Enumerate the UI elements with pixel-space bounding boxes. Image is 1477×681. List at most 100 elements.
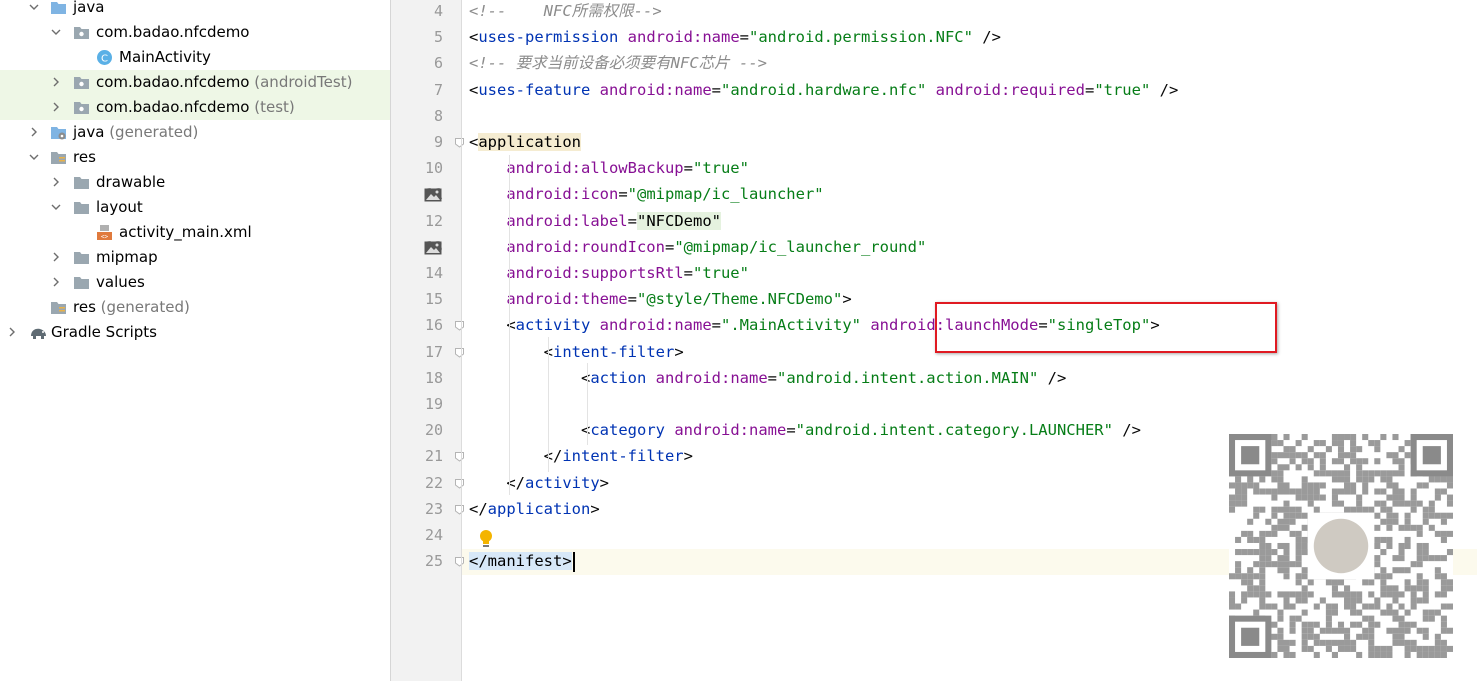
code-token: activity [525, 474, 600, 492]
code-line[interactable] [469, 103, 1469, 129]
code-token: required [1010, 81, 1085, 99]
code-token: android: [627, 28, 703, 46]
tree-item-label: activity_main.xml [119, 220, 252, 245]
chevron-right-icon[interactable] [50, 101, 62, 113]
code-token: > [683, 447, 693, 465]
code-line[interactable]: android:roundIcon="@mipmap/ic_launcher_r… [469, 234, 1469, 260]
tree-item[interactable]: com.badao.nfcdemo (test) [0, 95, 390, 120]
code-line[interactable]: android:allowBackup="true" [469, 155, 1469, 181]
chevron-down-icon[interactable] [50, 201, 62, 213]
code-token: <!-- 要求当前设备必须要有NFC芯片 --> [469, 54, 767, 72]
text-caret [572, 551, 575, 572]
lightbulb-icon[interactable] [478, 529, 494, 549]
tree-item-label: com.badao.nfcdemo [96, 20, 250, 45]
code-line[interactable]: <uses-feature android:name="android.hard… [469, 77, 1469, 103]
tree-item-label: layout [96, 195, 143, 220]
fold-marker-icon[interactable] [454, 320, 465, 331]
tree-item[interactable]: Gradle Scripts [0, 320, 390, 345]
code-line[interactable]: android:label="NFCDemo" [469, 208, 1469, 234]
line-number: 15 [424, 290, 443, 308]
tree-item[interactable]: <> activity_main.xml [0, 220, 390, 245]
tree-item-name: com.badao.nfcdemo [96, 98, 250, 116]
tree-item[interactable]: com.badao.nfcdemo [0, 20, 390, 45]
code-token: /> [1150, 81, 1179, 99]
code-line[interactable]: android:icon="@mipmap/ic_launcher" [469, 181, 1469, 207]
code-token: application [478, 133, 581, 151]
code-editor[interactable]: 45678910111213141516171819202122232425 <… [391, 0, 1477, 681]
chevron-right-icon[interactable] [50, 276, 62, 288]
chevron-right-icon[interactable] [6, 326, 18, 338]
tree-item[interactable]: values [0, 270, 390, 295]
tree-item[interactable]: C MainActivity [0, 45, 390, 70]
indent-guide [548, 337, 549, 472]
fold-marker-icon[interactable] [454, 504, 465, 515]
line-number: 22 [424, 474, 443, 492]
code-line[interactable]: <uses-permission android:name="android.p… [469, 24, 1469, 50]
folder-source-icon [50, 0, 67, 16]
chevron-right-icon[interactable] [50, 76, 62, 88]
code-token: name [674, 316, 712, 334]
image-preview-icon[interactable] [424, 240, 442, 255]
tree-item[interactable]: layout [0, 195, 390, 220]
fold-marker-icon[interactable] [454, 478, 465, 489]
chevron-down-icon[interactable] [50, 26, 62, 38]
tree-item-label: res (generated) [73, 295, 190, 320]
tree-item[interactable]: drawable [0, 170, 390, 195]
code-token: ".MainActivity" [721, 316, 861, 334]
fold-marker-icon[interactable] [454, 137, 465, 148]
code-token: <!-- NFC所需权限--> [469, 2, 662, 20]
package-icon [73, 24, 90, 41]
chevron-right-icon[interactable] [28, 126, 40, 138]
line-number: 18 [424, 369, 443, 387]
generated-folder-icon [50, 124, 67, 141]
code-token: intent-filter [562, 447, 684, 465]
layout-xml-icon: <> [96, 224, 113, 241]
code-line[interactable]: android:supportsRtl="true" [469, 260, 1469, 286]
code-token: > [562, 552, 572, 570]
image-preview-icon[interactable] [424, 187, 442, 202]
folder-icon [73, 174, 90, 191]
tree-item-name: values [96, 273, 145, 291]
code-token: name [748, 421, 787, 439]
code-line[interactable]: <application [469, 129, 1469, 155]
code-line[interactable]: <!-- 要求当前设备必须要有NFC芯片 --> [469, 50, 1469, 76]
code-token: = [664, 238, 675, 256]
code-token: "@mipmap/ic_launcher_round" [674, 238, 927, 256]
chevron-down-icon[interactable] [28, 151, 40, 163]
fold-marker-icon[interactable] [454, 347, 465, 358]
tree-item-label: Gradle Scripts [51, 320, 157, 345]
line-number: 24 [424, 526, 443, 544]
code-token: name [702, 28, 740, 46]
fold-marker-icon[interactable] [454, 451, 465, 462]
code-token: android: [870, 316, 945, 334]
tree-item-label: com.badao.nfcdemo (androidTest) [96, 70, 352, 95]
line-number: 20 [424, 421, 443, 439]
fold-marker-icon[interactable] [454, 556, 465, 567]
tree-item[interactable]: res (generated) [0, 295, 390, 320]
code-token: /> [1112, 421, 1141, 439]
tree-item-suffix: (generated) [95, 298, 190, 316]
code-token: "android.intent.action.MAIN" [777, 369, 1039, 387]
code-line[interactable]: <!-- NFC所需权限--> [469, 0, 1469, 24]
code-line[interactable]: <action android:name="android.intent.act… [469, 365, 1469, 391]
tree-item[interactable]: java [0, 0, 390, 20]
code-token: android: [506, 159, 581, 177]
chevron-down-icon[interactable] [28, 1, 40, 13]
tree-item[interactable]: mipmap [0, 245, 390, 270]
chevron-right-icon[interactable] [50, 251, 62, 263]
tree-item-name: res [73, 298, 96, 316]
code-token: "android.hardware.nfc" [721, 81, 927, 99]
code-line[interactable] [469, 391, 1469, 417]
line-number: 8 [433, 107, 443, 125]
tree-item[interactable]: res [0, 145, 390, 170]
class-icon: C [96, 49, 113, 66]
resource-folder-icon [50, 299, 67, 316]
tree-item[interactable]: com.badao.nfcdemo (androidTest) [0, 70, 390, 95]
chevron-right-icon[interactable] [50, 176, 62, 188]
tree-item[interactable]: java (generated) [0, 120, 390, 145]
